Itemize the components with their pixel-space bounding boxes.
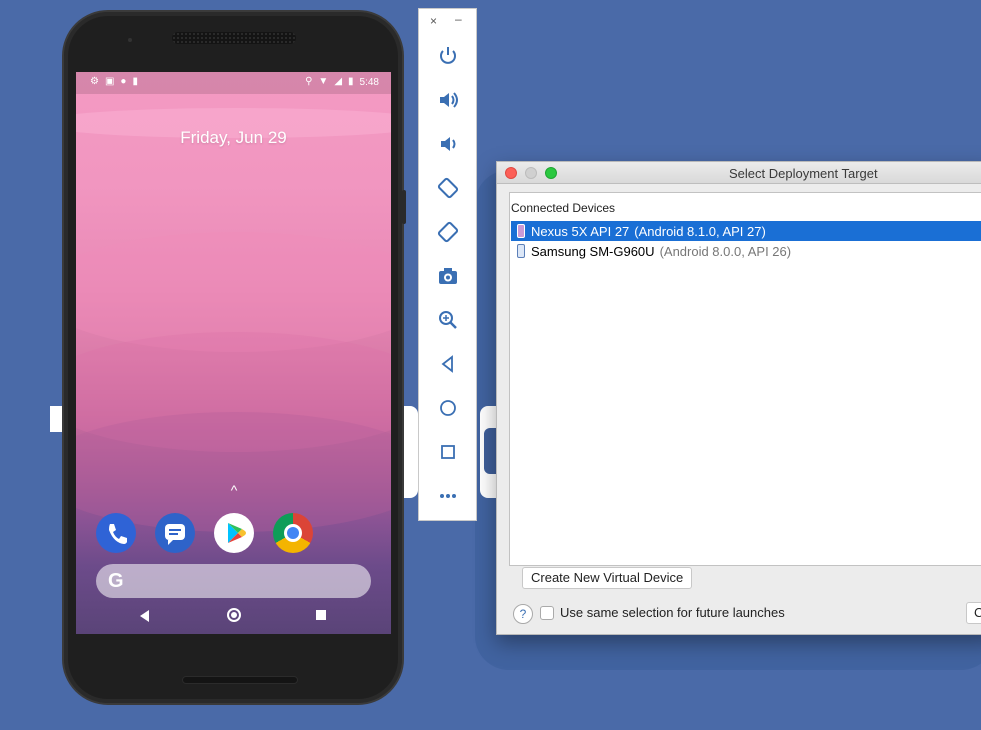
phone-side-button [402, 190, 406, 224]
overview-square-icon [441, 445, 455, 459]
volume-up-button[interactable] [433, 85, 463, 115]
status-time: 5:48 [359, 76, 379, 88]
device-row-nexus-5x[interactable]: Nexus 5X API 27 (Android 8.1.0, API 27) [511, 221, 981, 241]
back-triangle-icon [441, 355, 453, 373]
more-dots-icon [440, 494, 456, 498]
screenshot-button[interactable] [433, 261, 463, 291]
device-detail: (Android 8.0.0, API 26) [659, 243, 792, 259]
app-drawer-arrow-icon[interactable]: ^ [226, 482, 242, 498]
signal-icon: ◢ [334, 76, 343, 87]
same-selection-checkbox[interactable] [540, 606, 554, 620]
close-icon[interactable]: × [430, 14, 437, 28]
status-bar: ⚙ ▣ ● ▮ ⚲ ▼ ◢ ▮ 5:48 [76, 72, 391, 94]
emulator-toolbar: × – [418, 8, 477, 521]
select-deployment-target-dialog: Select Deployment Target Connected Devic… [496, 161, 981, 635]
front-camera [128, 38, 132, 42]
zoom-button[interactable] [433, 305, 463, 335]
dialog-title: Select Deployment Target [729, 166, 878, 181]
rotate-left-icon [437, 177, 459, 199]
android-nav-bar [76, 602, 391, 634]
recents-nav-icon[interactable] [316, 610, 326, 620]
dialog-titlebar[interactable]: Select Deployment Target [497, 162, 981, 184]
zoom-icon [439, 311, 457, 329]
connected-devices-header: Connected Devices [511, 201, 616, 215]
cancel-button[interactable]: C [966, 602, 981, 624]
home-button[interactable] [433, 393, 463, 423]
device-row-samsung[interactable]: Samsung SM-G960U (Android 8.0.0, API 26) [511, 241, 981, 261]
device-name: Samsung SM-G960U [531, 243, 655, 259]
power-button[interactable] [433, 41, 463, 71]
back-nav-icon[interactable] [140, 610, 149, 622]
wifi-icon: ▼ [318, 76, 329, 87]
play-store-app-icon[interactable] [214, 513, 254, 553]
chrome-app-icon[interactable] [273, 513, 313, 553]
help-icon[interactable]: ? [513, 604, 533, 624]
device-detail: (Android 8.1.0, API 27) [634, 223, 766, 239]
window-minimize-button[interactable] [525, 167, 537, 179]
device-name: Nexus 5X API 27 [531, 223, 630, 239]
overview-button[interactable] [433, 437, 463, 467]
window-zoom-button[interactable] [545, 167, 557, 179]
home-circle-icon [440, 400, 456, 416]
location-icon: ⚲ [305, 76, 313, 87]
minimize-icon[interactable]: – [455, 12, 462, 26]
power-icon [440, 47, 456, 64]
rotate-right-icon [437, 221, 459, 243]
device-list-panel: Connected Devices Nexus 5X API 27 (Andro… [509, 192, 981, 566]
volume-down-icon [441, 137, 456, 151]
create-new-virtual-device-button[interactable]: Create New Virtual Device [522, 567, 693, 589]
notification-a-icon: ▣ [104, 76, 115, 87]
top-speaker [172, 32, 296, 44]
rotate-right-button[interactable] [433, 217, 463, 247]
phone-device-icon [517, 224, 525, 238]
lockscreen-date[interactable]: Friday, Jun 29 [76, 128, 391, 148]
settings-icon: ⚙ [90, 76, 99, 87]
sd-card-icon: ▮ [132, 76, 138, 87]
more-button[interactable] [433, 481, 463, 511]
home-nav-icon[interactable] [227, 608, 241, 622]
camera-icon [439, 268, 457, 284]
google-search-bar[interactable]: G [96, 564, 371, 598]
background-shape [402, 406, 418, 498]
rotate-left-button[interactable] [433, 173, 463, 203]
volume-down-button[interactable] [433, 129, 463, 159]
app-dock [96, 513, 313, 553]
window-close-button[interactable] [505, 167, 517, 179]
phone-screen[interactable]: ⚙ ▣ ● ▮ ⚲ ▼ ◢ ▮ 5:48 Friday, Jun 29 ^ G [76, 72, 391, 634]
circle-icon: ● [120, 76, 127, 87]
phone-app-icon[interactable] [96, 513, 136, 553]
google-g-icon: G [108, 570, 124, 592]
battery-icon: ▮ [348, 76, 354, 87]
volume-up-icon [440, 92, 458, 108]
bottom-speaker [182, 676, 298, 684]
messages-app-icon[interactable] [155, 513, 195, 553]
phone-device-icon [517, 244, 525, 258]
back-button[interactable] [433, 349, 463, 379]
same-selection-label: Use same selection for future launches [560, 605, 785, 620]
